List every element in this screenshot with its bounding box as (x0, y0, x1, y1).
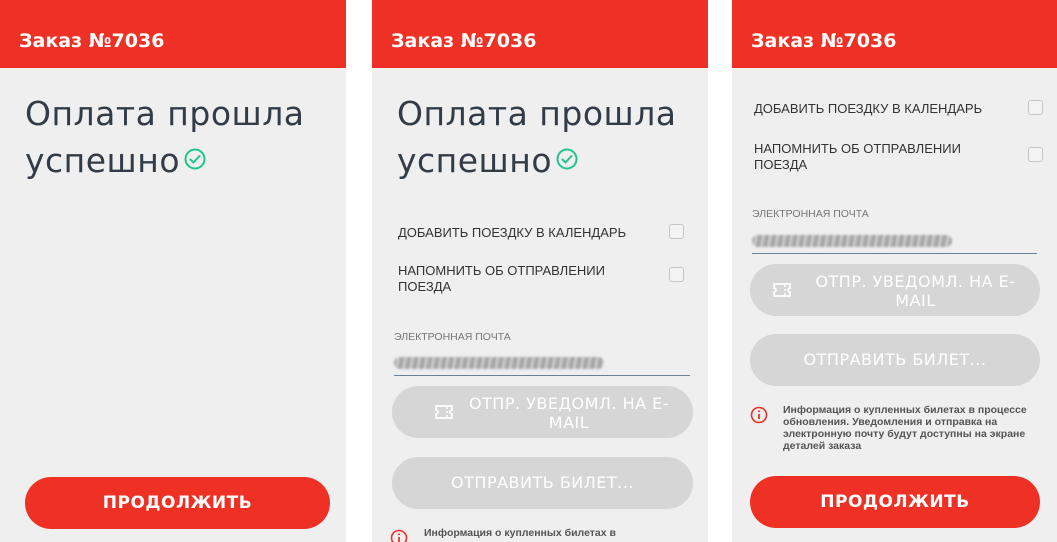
remind-departure-label: НАПОМНИТЬ ОБ ОТПРАВЛЕНИИ ПОЕЗДА (398, 263, 605, 294)
email-label: ЭЛЕКТРОННАЯ ПОЧТА (752, 208, 869, 220)
order-title: Заказ №7036 (751, 30, 897, 52)
order-title: Заказ №7036 (19, 30, 165, 52)
ticket-icon (435, 405, 453, 419)
email-redacted-value (752, 235, 952, 247)
remind-departure-checkbox[interactable] (669, 267, 684, 282)
info-text: Информация о купленных билетах в процесс… (783, 404, 1027, 452)
remind-departure-row[interactable]: НАПОМНИТЬ ОБ ОТПРАВЛЕНИИ ПОЕЗДА (372, 262, 708, 296)
send-ticket-button[interactable]: ОТПРАВИТЬ БИЛЕТ... (392, 457, 693, 509)
continue-button-label: ПРОДОЛЖИТЬ (820, 492, 970, 512)
add-to-calendar-row[interactable]: ДОБАВИТЬ ПОЕЗДКУ В КАЛЕНДАРЬ (372, 224, 708, 242)
add-to-calendar-checkbox[interactable] (669, 224, 684, 239)
send-ticket-label: ОТПРАВИТЬ БИЛЕТ... (451, 473, 634, 492)
success-title: Оплата прошла успешно (25, 90, 335, 186)
remind-departure-row[interactable]: НАПОМНИТЬ ОБ ОТПРАВЛЕНИИ ПОЕЗДА (732, 140, 1057, 174)
add-to-calendar-label: ДОБАВИТЬ ПОЕЗДКУ В КАЛЕНДАРЬ (754, 101, 983, 116)
ticket-icon (773, 283, 791, 297)
success-title-line1: Оплата прошла (25, 94, 305, 133)
add-to-calendar-checkbox[interactable] (1028, 100, 1043, 115)
info-icon (750, 406, 768, 424)
order-title: Заказ №7036 (391, 30, 537, 52)
send-notification-button[interactable]: ОТПР. УВЕДОМЛ. НА E-MAIL (750, 264, 1040, 316)
remind-departure-checkbox[interactable] (1028, 147, 1043, 162)
info-text: Информация о купленных билетах в (424, 527, 616, 539)
remind-departure-label: НАПОМНИТЬ ОБ ОТПРАВЛЕНИИ ПОЕЗДА (754, 141, 961, 172)
screen-order-options: Заказ №7036 ДОБАВИТЬ ПОЕЗДКУ В КАЛЕНДАРЬ… (732, 0, 1057, 542)
email-field[interactable] (752, 231, 1037, 254)
screen-payment-success: Заказ №7036 Оплата прошла успешно ПРОДОЛ… (0, 0, 346, 542)
check-circle-icon (556, 135, 578, 182)
info-icon (390, 529, 408, 542)
add-to-calendar-row[interactable]: ДОБАВИТЬ ПОЕЗДКУ В КАЛЕНДАРЬ (732, 100, 1057, 118)
continue-button-label: ПРОДОЛЖИТЬ (102, 493, 253, 513)
success-title-line1: Оплата прошла (397, 94, 677, 133)
app-header: Заказ №7036 (0, 0, 346, 68)
success-title-line2: успешно (397, 141, 553, 180)
check-circle-icon (184, 135, 206, 182)
screen-payment-success-options: Заказ №7036 Оплата прошла успешно ДОБАВИ… (372, 0, 708, 542)
email-redacted-value (394, 357, 604, 369)
success-title-line2: успешно (25, 141, 181, 180)
email-field[interactable] (394, 353, 690, 376)
send-notification-button[interactable]: ОТПР. УВЕДОМЛ. НА E-MAIL (392, 386, 693, 438)
app-header: Заказ №7036 (372, 0, 708, 68)
app-header: Заказ №7036 (732, 0, 1057, 68)
email-label: ЭЛЕКТРОННАЯ ПОЧТА (394, 331, 511, 343)
send-ticket-label: ОТПРАВИТЬ БИЛЕТ... (803, 350, 987, 369)
success-title: Оплата прошла успешно (397, 90, 707, 186)
continue-button[interactable]: ПРОДОЛЖИТЬ (750, 476, 1040, 528)
continue-button[interactable]: ПРОДОЛЖИТЬ (25, 477, 330, 529)
add-to-calendar-label: ДОБАВИТЬ ПОЕЗДКУ В КАЛЕНДАРЬ (398, 225, 627, 240)
send-ticket-button[interactable]: ОТПРАВИТЬ БИЛЕТ... (750, 334, 1040, 386)
send-notification-label: ОТПР. УВЕДОМЛ. НА E-MAIL (815, 272, 1016, 310)
send-notification-label: ОТПР. УВЕДОМЛ. НА E-MAIL (468, 394, 670, 432)
